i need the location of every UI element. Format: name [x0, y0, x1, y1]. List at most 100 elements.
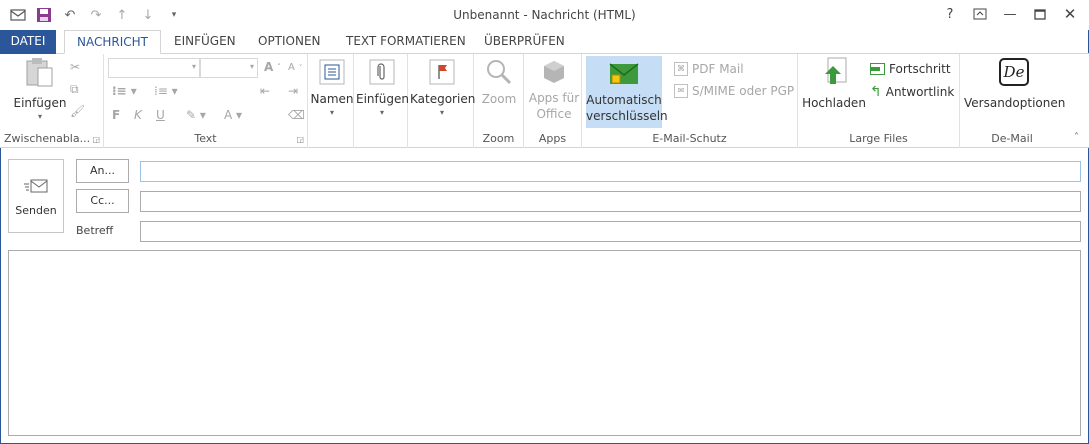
tab-text-formatieren[interactable]: TEXT FORMATIEREN — [334, 30, 478, 54]
smime-pgp-button[interactable]: ✉ S/MIME oder PGP — [674, 84, 794, 98]
maximize-icon[interactable] — [1027, 4, 1053, 24]
tab-ueberpruefen[interactable]: ÜBERPRÜFEN — [472, 30, 577, 54]
send-button[interactable]: Senden — [8, 159, 64, 233]
collapse-ribbon-icon[interactable]: ˄ — [1074, 132, 1079, 143]
cc-field[interactable] — [140, 191, 1081, 212]
increase-indent-icon[interactable]: ⇥ — [288, 84, 298, 98]
email-protection-group-label: E-Mail-Schutz — [652, 132, 727, 145]
group-large-files: Hochladen Fortschritt ↰ Antwortlink Larg… — [798, 54, 960, 148]
to-field[interactable] — [140, 161, 1081, 182]
tab-datei[interactable]: DATEI — [0, 30, 56, 54]
auto-encrypt-label-1: Automatisch — [586, 93, 662, 107]
apps-for-office-button[interactable]: Apps für Office — [526, 56, 582, 122]
bullets-icon[interactable]: ⁝≡ ▾ — [112, 84, 137, 98]
ribbon: Einfügen ▾ ✂ ⧉ 🖌 Zwischenabla... ◲ ▾ ▾ A… — [0, 54, 1089, 148]
cc-button[interactable]: Cc... — [76, 189, 129, 213]
title-bar: ↶ ↷ ↑ ↓ ▾ Unbenannt - Nachricht (HTML) ?… — [0, 0, 1089, 30]
ribbon-display-options-icon[interactable] — [967, 4, 993, 24]
pdf-mail-button[interactable]: ⌘ PDF Mail — [674, 62, 744, 76]
group-clipboard: Einfügen ▾ ✂ ⧉ 🖌 Zwischenabla... ◲ — [0, 54, 104, 148]
text-group-label: Text — [194, 132, 217, 145]
encrypted-mail-icon — [608, 60, 640, 88]
large-files-group-label: Large Files — [849, 132, 908, 145]
tab-optionen[interactable]: OPTIONEN — [246, 30, 333, 54]
shrink-font-icon[interactable]: A ˅ — [288, 62, 302, 73]
underline-icon[interactable]: U — [156, 108, 165, 122]
bold-icon[interactable]: F — [112, 108, 120, 122]
zoom-group-label: Zoom — [482, 132, 515, 145]
paperclip-icon — [366, 56, 398, 88]
text-dialog-launcher-icon[interactable]: ◲ — [296, 135, 304, 144]
zoom-button[interactable]: Zoom — [476, 56, 522, 106]
subject-field[interactable] — [140, 221, 1081, 242]
names-dropdown-icon[interactable]: ▾ — [310, 108, 354, 117]
progress-label: Fortschritt — [889, 62, 951, 76]
office-store-icon — [538, 56, 570, 88]
auto-encrypt-label-2: verschlüsseln — [586, 109, 668, 123]
to-button[interactable]: An... — [76, 159, 129, 183]
decrease-indent-icon[interactable]: ⇤ — [260, 84, 270, 98]
pdf-icon: ⌘ — [674, 62, 688, 76]
names-button[interactable]: Namen ▾ — [310, 56, 354, 117]
send-label: Senden — [15, 204, 57, 217]
apps-group-label: Apps — [538, 132, 567, 145]
tab-nachricht[interactable]: NACHRICHT — [64, 30, 161, 54]
cut-icon[interactable]: ✂ — [70, 60, 80, 74]
paste-dropdown-icon[interactable]: ▾ — [10, 112, 70, 121]
message-body[interactable] — [8, 250, 1081, 436]
paste-button[interactable]: Einfügen ▾ — [10, 56, 70, 121]
font-family-select[interactable]: ▾ — [108, 58, 200, 78]
help-button[interactable]: ? — [937, 4, 963, 24]
pdf-mail-label: PDF Mail — [692, 62, 744, 76]
auto-encrypt-button[interactable]: Automatisch verschlüsseln — [586, 56, 668, 128]
styles-icon[interactable]: ⌫ — [288, 108, 305, 122]
group-text: ▾ ▾ A ˄ A ˅ ⁝≡ ▾ ⁞≡ ▾ ⇤ ⇥ F K U ✎ ▾ A ▾ ⌫ … — [104, 54, 308, 148]
shipping-options-label: Versandoptionen — [964, 96, 1066, 110]
categories-dropdown-icon[interactable]: ▾ — [410, 108, 474, 117]
upload-label: Hochladen — [802, 96, 866, 110]
format-painter-icon[interactable]: 🖌 — [70, 104, 85, 118]
reply-link-label: Antwortlink — [885, 85, 955, 99]
categories-label: Kategorien — [410, 92, 476, 106]
dialog-launcher-icon[interactable]: ◲ — [92, 135, 100, 144]
clipboard-icon — [24, 56, 56, 88]
flag-icon — [426, 56, 458, 88]
font-color-icon[interactable]: A ▾ — [224, 108, 242, 122]
magnifier-icon — [483, 56, 515, 88]
clipboard-group-label: Zwischenabla... — [4, 132, 91, 145]
demail-logo-icon: De — [998, 56, 1030, 88]
zoom-button-label: Zoom — [481, 92, 517, 106]
group-names: Namen ▾ — [308, 54, 354, 148]
categories-button[interactable]: Kategorien ▾ — [410, 56, 476, 117]
ribbon-tabs: DATEI NACHRICHT EINFÜGEN OPTIONEN TEXT F… — [0, 30, 1089, 54]
group-categories: Kategorien ▾ — [408, 54, 476, 148]
progress-icon — [870, 63, 885, 75]
certificate-icon: ✉ — [674, 84, 688, 98]
insert-label: Einfügen — [356, 92, 409, 106]
smime-label: S/MIME oder PGP — [692, 84, 795, 98]
shipping-options-button[interactable]: De Versandoptionen — [964, 56, 1066, 110]
close-icon[interactable]: ✕ — [1057, 4, 1083, 24]
insert-dropdown-icon[interactable]: ▾ — [356, 108, 408, 117]
attach-button[interactable]: Einfügen ▾ — [356, 56, 409, 117]
address-book-icon — [316, 56, 348, 88]
copy-icon[interactable]: ⧉ — [70, 82, 79, 97]
progress-button[interactable]: Fortschritt — [870, 62, 951, 76]
group-demail: De Versandoptionen De-Mail — [960, 54, 1066, 148]
upload-icon — [818, 56, 850, 88]
font-size-select[interactable]: ▾ — [200, 58, 258, 78]
tab-einfuegen[interactable]: EINFÜGEN — [162, 30, 248, 54]
demail-group-label: De-Mail — [991, 132, 1033, 145]
group-email-protection: Automatisch verschlüsseln ⌘ PDF Mail ✉ S… — [582, 54, 798, 148]
upload-button[interactable]: Hochladen — [802, 56, 866, 110]
window-controls: ? — ✕ — [937, 4, 1083, 24]
apps-label-2: Office — [536, 107, 572, 121]
reply-link-button[interactable]: ↰ Antwortlink — [870, 84, 954, 100]
highlight-icon[interactable]: ✎ ▾ — [186, 108, 206, 122]
italic-icon[interactable]: K — [134, 108, 142, 122]
window-title: Unbenannt - Nachricht (HTML) — [453, 8, 636, 22]
reply-link-icon: ↰ — [870, 84, 882, 100]
grow-font-icon[interactable]: A ˄ — [264, 60, 281, 74]
numbering-icon[interactable]: ⁞≡ ▾ — [154, 84, 178, 98]
minimize-icon[interactable]: — — [997, 4, 1023, 24]
